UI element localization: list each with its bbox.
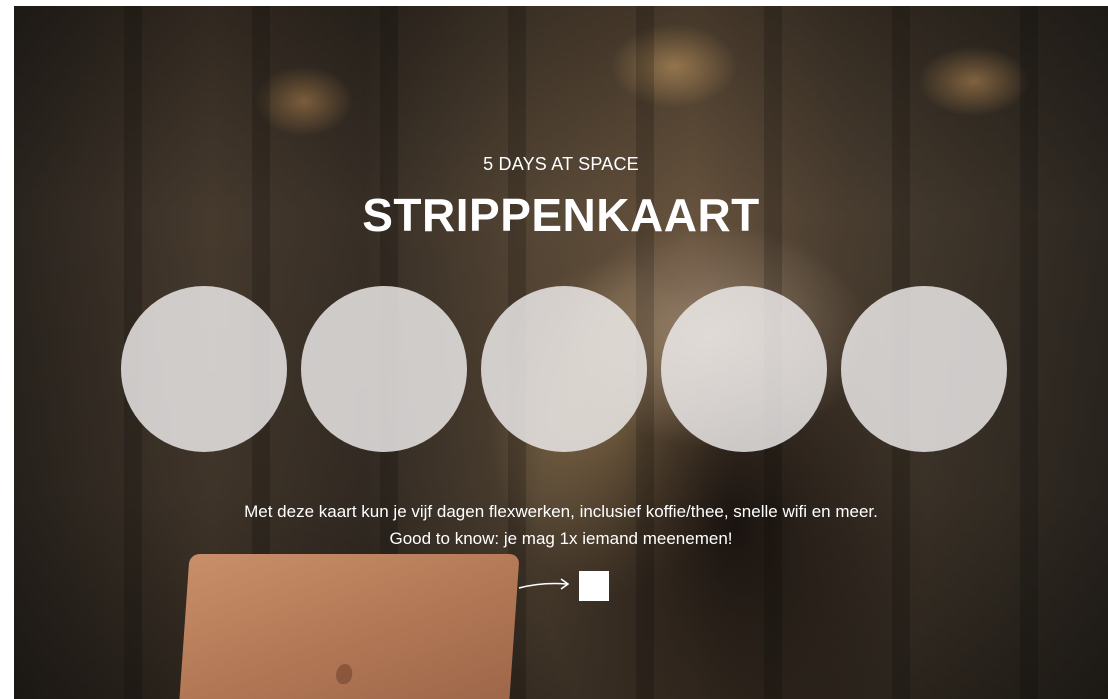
strip-circles [121,286,1007,454]
strip-circle-5 [841,286,1007,452]
strip-card: 5 DAYS AT SPACE STRIPPENKAART Met deze k… [14,6,1108,699]
card-title: STRIPPENKAART [362,189,760,241]
description-line-1: Met deze kaart kun je vijf dagen flexwer… [244,502,878,521]
card-description: Met deze kaart kun je vijf dagen flexwer… [14,498,1108,552]
strip-circle-1 [121,286,287,452]
hero-background: 5 DAYS AT SPACE STRIPPENKAART Met deze k… [14,6,1108,699]
confirm-checkbox[interactable] [579,571,609,601]
description-line-2: Good to know: je mag 1x iemand meenemen! [389,529,733,548]
card-subtitle: 5 DAYS AT SPACE [483,154,639,174]
strip-circle-4 [661,286,827,452]
strip-circle-2 [301,286,467,452]
arrow-right-icon [518,578,570,590]
strip-circle-3 [481,286,647,452]
